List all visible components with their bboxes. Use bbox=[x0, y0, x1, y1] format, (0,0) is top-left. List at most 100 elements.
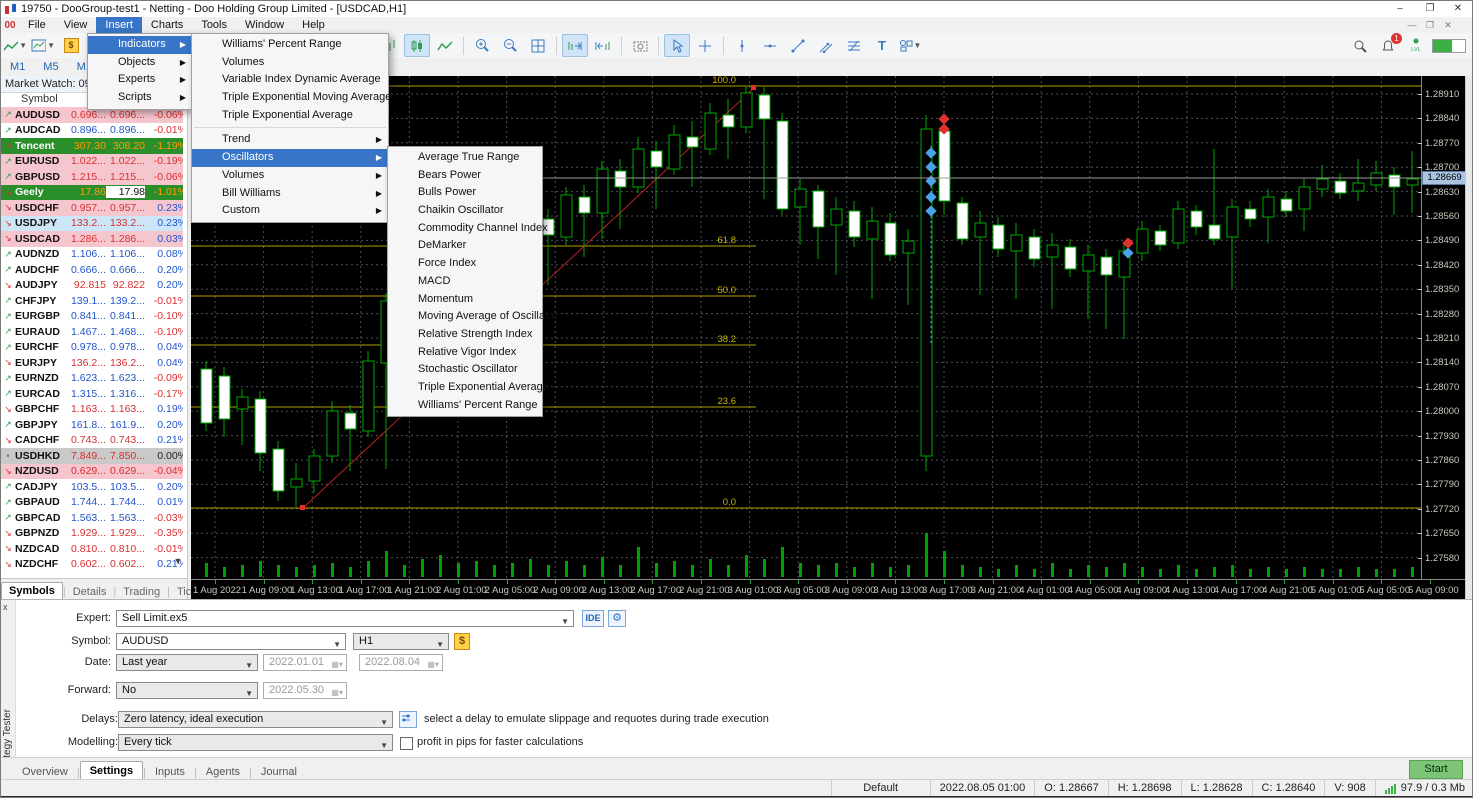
market-watch-row-audjpy[interactable]: ↘AUDJPY92.81592.8220.20% bbox=[1, 278, 183, 294]
profit-in-pips-checkbox[interactable] bbox=[400, 737, 413, 750]
market-watch-row-euraud[interactable]: ↗EURAUD1.467...1.468...-0.10% bbox=[1, 324, 183, 340]
indicators-menu-item-williams-percent-range[interactable]: Williams' Percent Range bbox=[192, 36, 388, 54]
market-watch-row-nzdjpy[interactable]: ↗NZDJPY83.8...83.9...0.33% bbox=[1, 572, 183, 573]
date-from-field[interactable]: 2022.01.01▦▾ bbox=[263, 654, 347, 671]
market-watch-row-tencent[interactable]: ↘Tencent307.30308.20-1.19% bbox=[1, 138, 183, 154]
indicators-menu-item-variable-index-dynamic-average[interactable]: Variable Index Dynamic Average bbox=[192, 71, 388, 89]
insert-menu-item-objects[interactable]: Objects▶ bbox=[88, 54, 192, 72]
expert-combo[interactable]: Sell Limit.ex5▼ bbox=[116, 610, 574, 627]
market-watch-row-eurusd[interactable]: ↗EURUSD1.022...1.022...-0.19% bbox=[1, 154, 183, 170]
market-watch-row-usdjpy[interactable]: ↘USDJPY133.2...133.2...0.23% bbox=[1, 216, 183, 232]
auto-scroll-icon[interactable] bbox=[562, 34, 588, 57]
market-watch-row-audnzd[interactable]: ↗AUDNZD1.106...1.106...0.08% bbox=[1, 247, 183, 263]
chart-restore-icon[interactable]: ❐ bbox=[1422, 19, 1438, 31]
market-watch-row-eurchf[interactable]: ↗EURCHF0.978...0.978...0.04% bbox=[1, 340, 183, 356]
new-order-icon[interactable]: $ bbox=[58, 34, 84, 57]
scroll-down-icon[interactable]: ▼ bbox=[171, 554, 185, 568]
market-watch-row-cadjpy[interactable]: ↗CADJPY103.5...103.5...0.20% bbox=[1, 479, 183, 495]
oscillators-menu-item-commodity-channel-index[interactable]: Commodity Channel Index bbox=[388, 220, 542, 238]
market-watch-tab-details[interactable]: Details bbox=[66, 584, 114, 600]
status-profile[interactable]: Default bbox=[831, 780, 930, 797]
chart-shift-icon[interactable] bbox=[590, 34, 616, 57]
date-to-field[interactable]: 2022.08.04▦▾ bbox=[359, 654, 443, 671]
market-watch-row-gbpchf[interactable]: ↘GBPCHF1.163...1.163...0.19% bbox=[1, 402, 183, 418]
text-label-icon[interactable]: T bbox=[869, 34, 895, 57]
expert-settings-gear-icon[interactable]: ⚙ bbox=[608, 610, 626, 627]
oscillators-menu-item-demarker[interactable]: DeMarker bbox=[388, 237, 542, 255]
oscillators-menu-item-average-true-range[interactable]: Average True Range bbox=[388, 149, 542, 167]
oscillators-menu-item-bulls-power[interactable]: Bulls Power bbox=[388, 184, 542, 202]
market-watch-row-usdchf[interactable]: ↘USDCHF0.957...0.957...0.23% bbox=[1, 200, 183, 216]
chart-window-icon[interactable]: ▼ bbox=[30, 34, 56, 57]
symbol-combo[interactable]: AUDUSD▼ bbox=[116, 633, 346, 650]
market-watch-row-cadchf[interactable]: ↘CADCHF0.743...0.743...0.21% bbox=[1, 433, 183, 449]
market-watch-row-usdhkd[interactable]: •USDHKD7.849...7.850...0.00% bbox=[1, 448, 183, 464]
horizontal-line-icon[interactable] bbox=[757, 34, 783, 57]
tester-tab-settings[interactable]: Settings bbox=[80, 761, 143, 781]
oscillators-menu-item-macd[interactable]: MACD bbox=[388, 273, 542, 291]
timeframe-combo[interactable]: H1▼ bbox=[353, 633, 449, 650]
menu-insert[interactable]: Insert bbox=[96, 17, 142, 33]
start-button[interactable]: Start bbox=[1409, 760, 1463, 779]
oscillators-menu-item-bears-power[interactable]: Bears Power bbox=[388, 167, 542, 185]
indicators-menu-item-triple-exponential-moving-average[interactable]: Triple Exponential Moving Average bbox=[192, 89, 388, 107]
menu-view[interactable]: View bbox=[55, 17, 97, 33]
cursor-icon[interactable] bbox=[664, 34, 690, 57]
market-watch-row-audchf[interactable]: ↗AUDCHF0.666...0.666...0.20% bbox=[1, 262, 183, 278]
zoom-in-icon[interactable] bbox=[469, 34, 495, 57]
indicators-menu-item-volumes[interactable]: Volumes▶ bbox=[192, 167, 388, 185]
oscillators-menu-item-triple-exponential-average[interactable]: Triple Exponential Average bbox=[388, 379, 542, 397]
indicators-menu-item-custom[interactable]: Custom▶ bbox=[192, 202, 388, 220]
insert-menu-item-scripts[interactable]: Scripts▶ bbox=[88, 89, 192, 107]
close-button[interactable]: ✕ bbox=[1444, 1, 1472, 16]
market-watch-row-eurnzd[interactable]: ↗EURNZD1.623...1.623...-0.09% bbox=[1, 371, 183, 387]
market-watch-row-audcad[interactable]: ↗AUDCAD0.896...0.896...-0.01% bbox=[1, 123, 183, 139]
market-watch-row-eurgbp[interactable]: ↗EURGBP0.841...0.841...-0.10% bbox=[1, 309, 183, 325]
notifications-icon[interactable]: 1 bbox=[1375, 34, 1401, 57]
chart-close-icon[interactable]: ✕ bbox=[1440, 19, 1456, 31]
symbol-properties-icon[interactable]: $ bbox=[454, 633, 470, 650]
market-watch-row-chfjpy[interactable]: ↗CHFJPY139.1...139.2...-0.01% bbox=[1, 293, 183, 309]
crosshair-icon[interactable] bbox=[692, 34, 718, 57]
trendline-icon[interactable] bbox=[785, 34, 811, 57]
channel-icon[interactable] bbox=[813, 34, 839, 57]
menu-file[interactable]: File bbox=[19, 17, 55, 33]
fibonacci-icon[interactable] bbox=[841, 34, 867, 57]
shapes-icon[interactable]: ▼ bbox=[897, 34, 923, 57]
chart-minimize-icon[interactable]: — bbox=[1404, 19, 1420, 31]
oscillators-menu-item-force-index[interactable]: Force Index bbox=[388, 255, 542, 273]
market-watch-row-gbpusd[interactable]: ↗GBPUSD1.215...1.215...-0.06% bbox=[1, 169, 183, 185]
delays-settings-icon[interactable] bbox=[399, 711, 417, 728]
minimize-button[interactable]: – bbox=[1386, 1, 1414, 16]
market-watch-row-nzdcad[interactable]: ↘NZDCAD0.810...0.810...-0.01% bbox=[1, 541, 183, 557]
market-watch-row-geely[interactable]: ↘Geely17.8617.98-1.01% bbox=[1, 185, 183, 201]
oscillators-menu-item-stochastic-oscillator[interactable]: Stochastic Oscillator bbox=[388, 361, 542, 379]
indicators-menu-item-bill-williams[interactable]: Bill Williams▶ bbox=[192, 185, 388, 203]
insert-menu-item-experts[interactable]: Experts▶ bbox=[88, 71, 192, 89]
market-watch-tab-symbols[interactable]: Symbols bbox=[1, 582, 63, 600]
indicators-menu-item-oscillators[interactable]: Oscillators▶ bbox=[192, 149, 388, 167]
menu-help[interactable]: Help bbox=[293, 17, 334, 33]
menu-charts[interactable]: Charts bbox=[142, 17, 192, 33]
market-watch-row-usdcad[interactable]: ↘USDCAD1.286...1.286...0.03% bbox=[1, 231, 183, 247]
indicators-menu-item-trend[interactable]: Trend▶ bbox=[192, 131, 388, 149]
market-watch-row-eurcad[interactable]: ↗EURCAD1.315...1.316...-0.17% bbox=[1, 386, 183, 402]
market-watch-tab-trading[interactable]: Trading bbox=[116, 584, 167, 600]
oscillators-menu-item-relative-strength-index[interactable]: Relative Strength Index bbox=[388, 326, 542, 344]
forward-date-field[interactable]: 2022.05.30▦▾ bbox=[263, 682, 347, 699]
oscillators-menu-item-williams-percent-range[interactable]: Williams' Percent Range bbox=[388, 397, 542, 415]
oscillators-menu-item-momentum[interactable]: Momentum bbox=[388, 291, 542, 309]
indicators-menu-item-triple-exponential-average[interactable]: Triple Exponential Average bbox=[192, 107, 388, 125]
date-range-combo[interactable]: Last year▼ bbox=[116, 654, 258, 671]
market-watch-row-eurjpy[interactable]: ↘EURJPY136.2...136.2...0.04% bbox=[1, 355, 183, 371]
tester-close-icon[interactable]: x bbox=[3, 602, 8, 612]
tile-windows-icon[interactable] bbox=[525, 34, 551, 57]
market-watch-row-gbpcad[interactable]: ↗GBPCAD1.563...1.563...-0.03% bbox=[1, 510, 183, 526]
chart-type-icon[interactable]: ▼ bbox=[2, 34, 28, 57]
indicators-menu-item-volumes[interactable]: Volumes bbox=[192, 54, 388, 72]
oscillators-menu-item-relative-vigor-index[interactable]: Relative Vigor Index bbox=[388, 344, 542, 362]
candlestick-icon[interactable] bbox=[404, 34, 430, 57]
search-icon[interactable] bbox=[1347, 34, 1373, 57]
insert-menu-item-indicators[interactable]: Indicators▶ bbox=[88, 36, 192, 54]
menu-tools[interactable]: Tools bbox=[192, 17, 236, 33]
